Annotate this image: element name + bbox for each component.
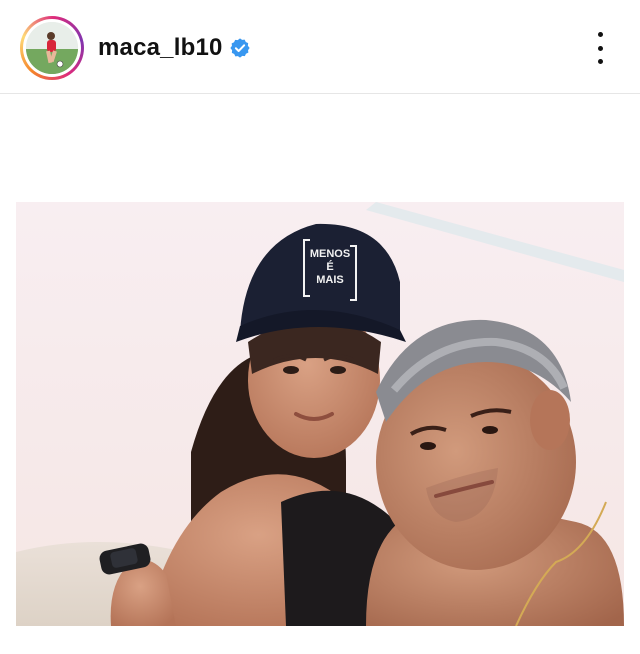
story-ring[interactable] <box>20 16 84 80</box>
more-options-button[interactable] <box>588 32 612 64</box>
cap-text-line1: MENOS <box>310 248 350 260</box>
cap-text-line3: MAIS <box>316 274 344 286</box>
username[interactable]: maca_lb10 <box>98 34 223 62</box>
post-photo[interactable]: MENOS É MAIS <box>16 202 624 626</box>
verified-badge-icon <box>230 38 250 58</box>
more-vertical-icon <box>597 32 603 37</box>
profile-photo-icon <box>26 22 78 74</box>
avatar[interactable] <box>26 22 78 74</box>
photo-illustration: MENOS É MAIS <box>16 202 624 626</box>
cap-text-line2: É <box>326 260 333 273</box>
post-header: maca_lb10 <box>0 0 640 94</box>
